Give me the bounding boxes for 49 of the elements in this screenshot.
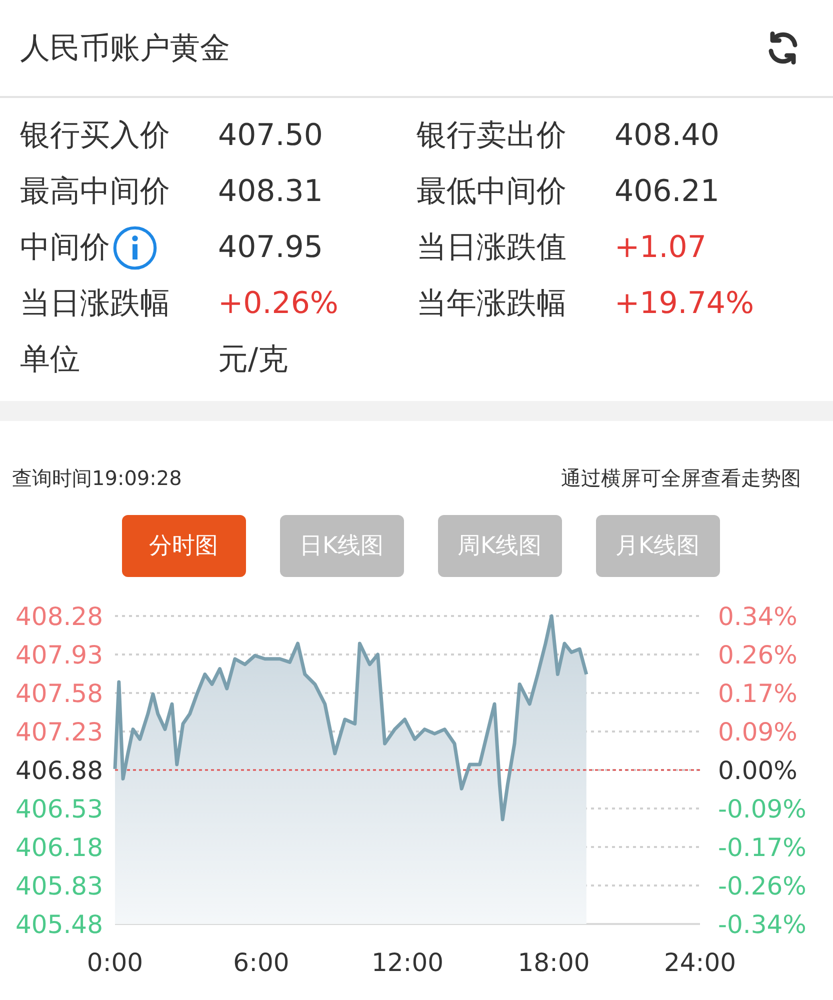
x-axis-label: 18:00	[518, 948, 590, 977]
quote-label: 最低中间价	[416, 173, 566, 211]
y-axis-label: 405.83	[16, 872, 103, 900]
quote-value: 408.40	[614, 117, 720, 155]
quote-label: 当日涨跌值	[416, 229, 566, 267]
quote-label: 中间价	[20, 229, 110, 267]
y-axis-label: 406.88	[16, 756, 103, 785]
quote-value: 元/克	[218, 341, 288, 379]
x-axis-label: 12:00	[371, 948, 444, 977]
chart-tab[interactable]: 日K线图	[280, 515, 404, 577]
quote-label: 当日涨跌幅	[20, 285, 170, 323]
chart-tab[interactable]: 月K线图	[596, 515, 720, 577]
percent-axis-label: 0.09%	[718, 718, 798, 746]
percent-axis-label: -0.17%	[718, 833, 806, 862]
quote-value: 406.21	[614, 173, 720, 211]
percent-axis-label: 0.17%	[718, 679, 798, 708]
x-axis-label: 24:00	[664, 948, 736, 977]
percent-axis-label: 0.26%	[718, 640, 798, 670]
chart-tab[interactable]: 周K线图	[438, 515, 562, 577]
percent-axis-label: 0.34%	[718, 602, 798, 631]
quote-label: 最高中间价	[20, 173, 170, 211]
quote-label: 银行卖出价	[416, 117, 566, 155]
y-axis-label: 407.23	[16, 718, 103, 746]
y-axis-label: 408.28	[16, 602, 103, 631]
quote-label: 银行买入价	[20, 117, 170, 155]
percent-axis-label: -0.09%	[718, 794, 806, 824]
percent-axis-label: -0.26%	[718, 872, 806, 900]
quote-value: +19.74%	[614, 285, 754, 323]
x-axis-label: 6:00	[233, 948, 290, 977]
y-axis-label: 407.58	[16, 679, 103, 708]
chart-tab[interactable]: 分时图	[122, 515, 246, 577]
quote-value: +0.26%	[218, 285, 338, 323]
y-axis-label: 405.48	[16, 910, 103, 939]
quote-value: +1.07	[614, 229, 706, 267]
rotate-hint: 通过横屏可全屏查看走势图	[561, 465, 801, 492]
query-time: 查询时间19:09:28	[12, 465, 182, 492]
y-axis-label: 406.53	[16, 794, 103, 824]
y-axis-label: 407.93	[16, 640, 103, 670]
quote-label: 当年涨跌幅	[416, 285, 566, 323]
x-axis-label: 0:00	[86, 948, 144, 977]
quote-value: 408.31	[218, 173, 323, 211]
info-icon[interactable]	[112, 224, 158, 270]
quote-label: 单位	[20, 341, 80, 379]
percent-axis-label: 0.00%	[718, 756, 798, 785]
page-title: 人民币账户黄金	[20, 30, 230, 68]
quote-value: 407.95	[218, 229, 323, 267]
percent-axis-label: -0.34%	[718, 910, 806, 939]
y-axis-label: 406.18	[16, 833, 103, 862]
quote-value: 407.50	[218, 117, 323, 155]
